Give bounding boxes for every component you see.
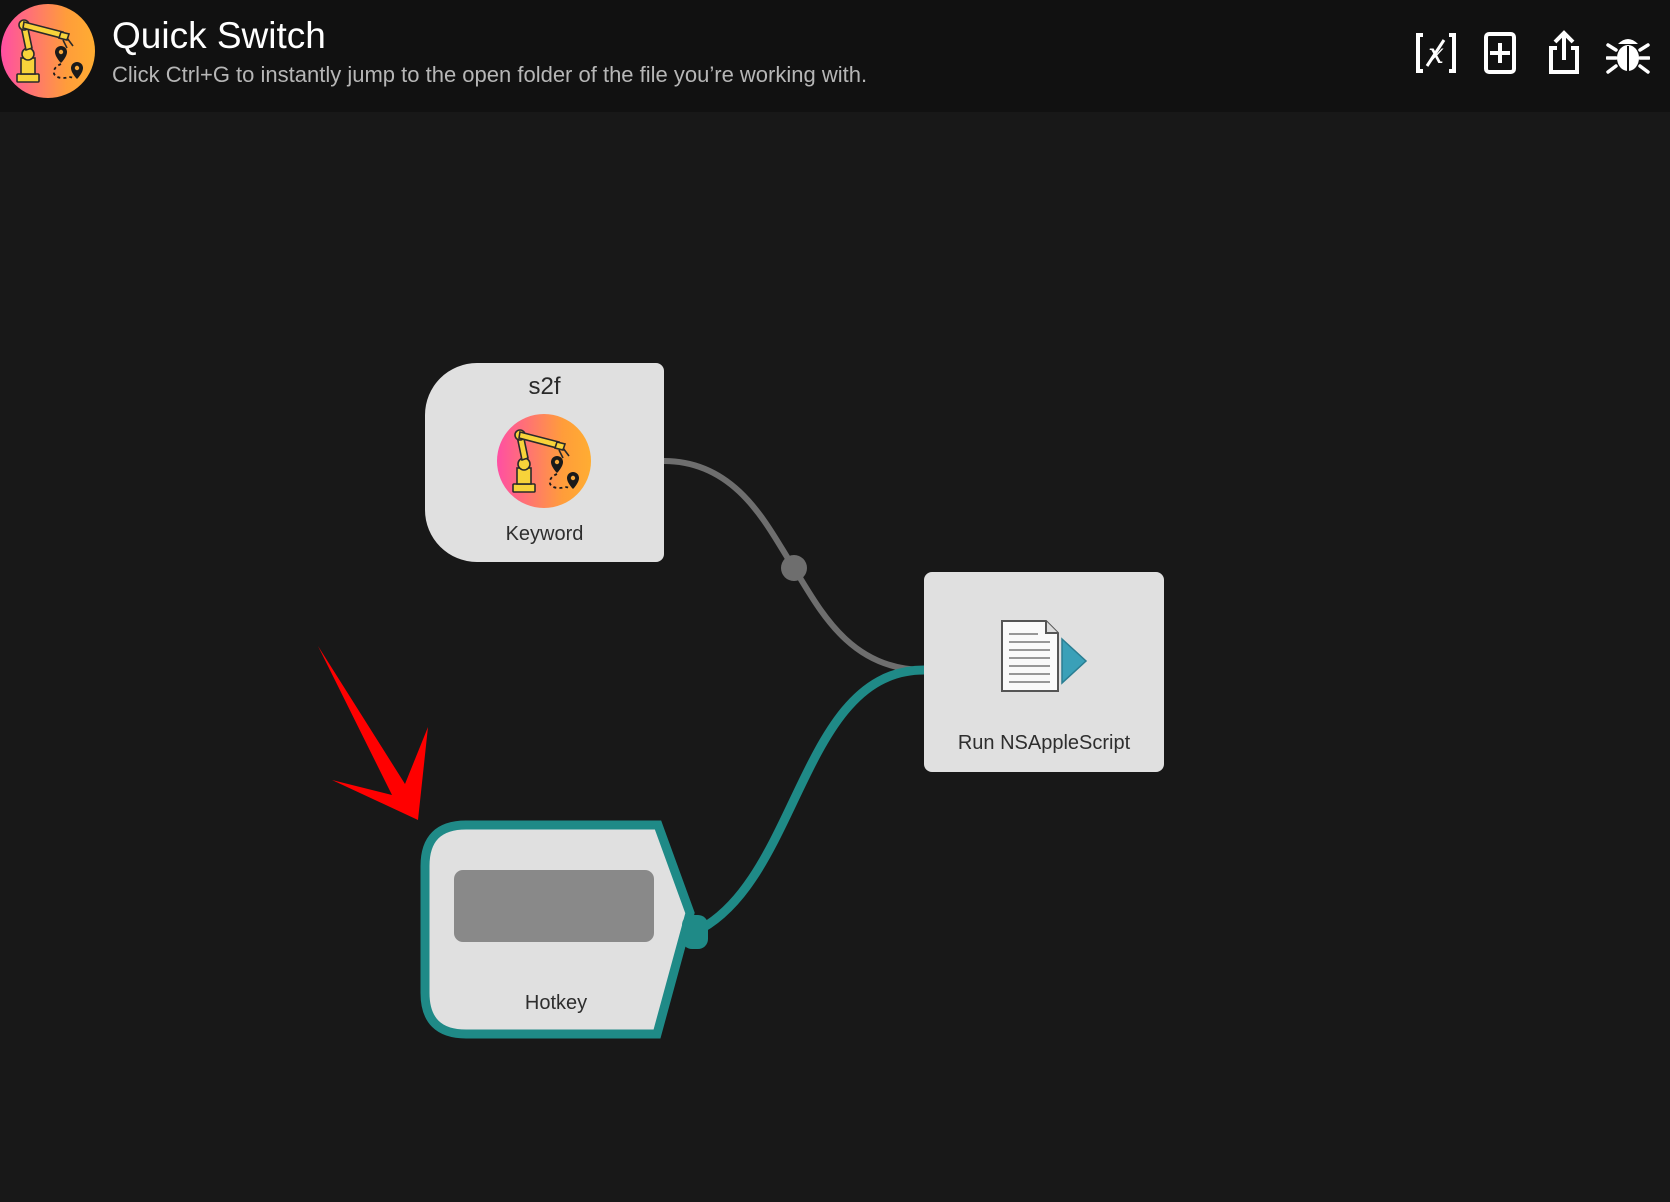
- workflow-canvas[interactable]: s2f Keyword Run NSAppleScript Hotkey: [0, 112, 1670, 1202]
- add-object-button[interactable]: [1478, 30, 1522, 76]
- workflow-header: Quick Switch Click Ctrl+G to instantly j…: [0, 0, 1670, 112]
- debug-button[interactable]: [1606, 30, 1650, 76]
- hotkey-output-anchor[interactable]: [682, 915, 708, 949]
- share-icon: [1549, 30, 1579, 74]
- add-object-icon: [1484, 32, 1516, 74]
- hotkey-output-anchor-layer: [682, 915, 708, 949]
- debug-bug-icon: [1606, 39, 1650, 74]
- variables-button[interactable]: x: [1414, 30, 1458, 76]
- share-button[interactable]: [1542, 30, 1586, 76]
- workflow-title[interactable]: Quick Switch: [112, 15, 326, 57]
- variables-icon: x: [1416, 33, 1456, 73]
- workflow-description: Click Ctrl+G to instantly jump to the op…: [112, 62, 868, 87]
- robot-arm-map-icon: [16, 19, 83, 83]
- workflow-icon[interactable]: [1, 4, 95, 98]
